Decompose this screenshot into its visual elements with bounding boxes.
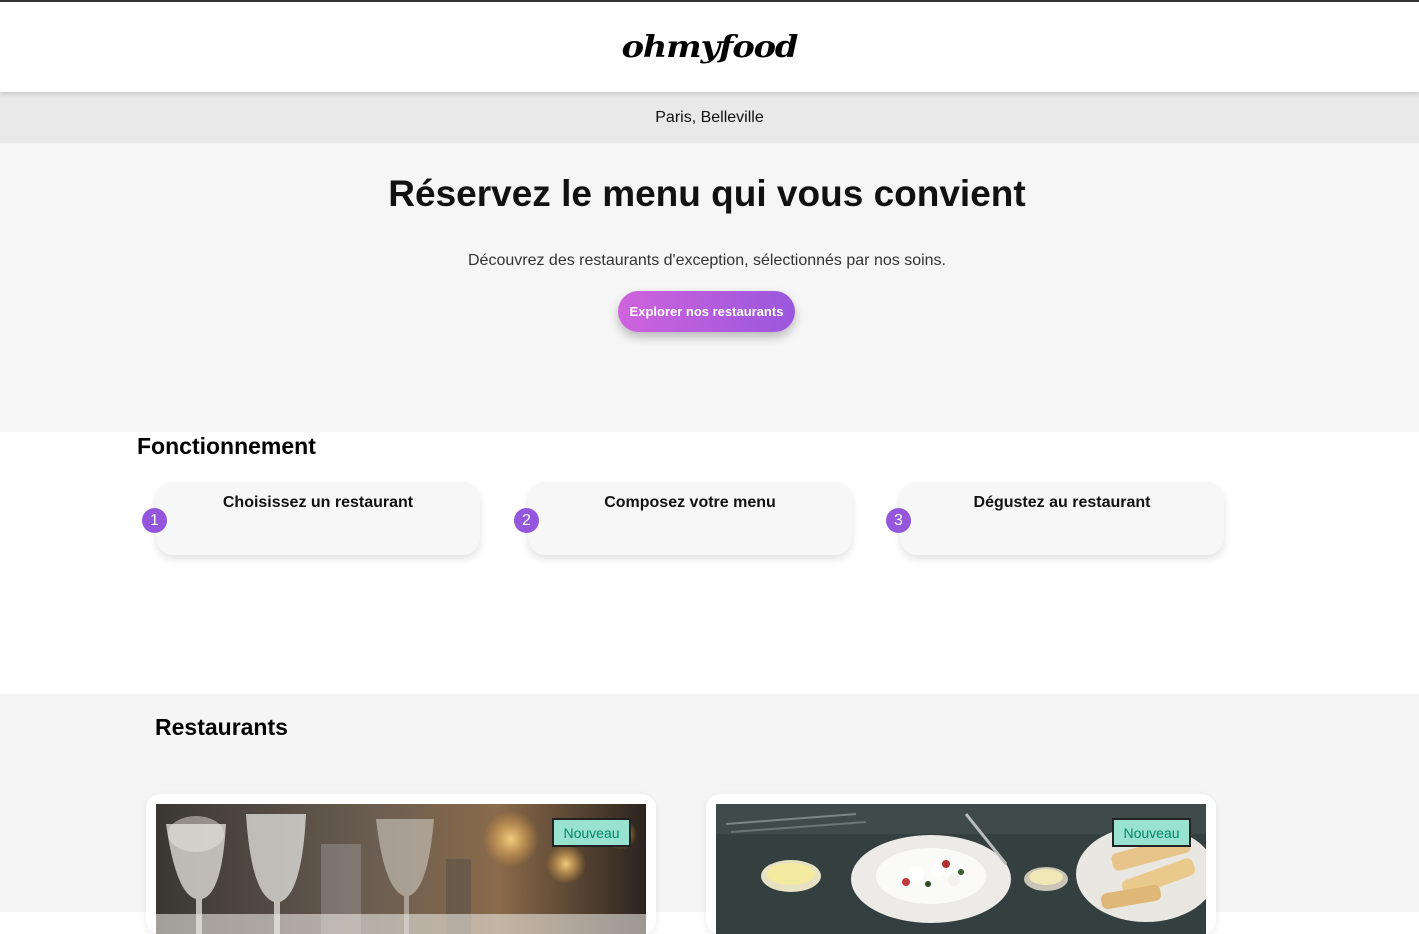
explore-restaurants-button[interactable]: Explorer nos restaurants	[618, 291, 795, 332]
step-card[interactable]: 3 Dégustez au restaurant	[886, 482, 1224, 555]
new-badge: Nouveau	[552, 818, 631, 847]
restaurants-section: Restaurants Nouveau Nouveau	[0, 694, 1419, 934]
step-card[interactable]: 1 Choisissez un restaurant	[142, 482, 480, 555]
restaurant-card[interactable]: Nouveau	[146, 794, 656, 934]
step-card[interactable]: 2 Composez votre menu	[514, 482, 852, 555]
hero-section: Réservez le menu qui vous convient Décou…	[0, 143, 1419, 432]
logo[interactable]: ohmyfood	[622, 30, 799, 65]
hero-title: Réservez le menu qui vous convient	[388, 173, 1026, 214]
step-label: Choisissez un restaurant	[222, 494, 414, 511]
how-title: Fonctionnement	[137, 433, 316, 459]
new-badge: Nouveau	[1112, 818, 1191, 847]
step-label: Dégustez au restaurant	[973, 494, 1151, 511]
restaurants-title: Restaurants	[155, 714, 288, 740]
location-bar: Paris, Belleville	[0, 92, 1419, 143]
location-label: Paris, Belleville	[655, 108, 764, 126]
hero-subtitle: Découvrez des restaurants d'exception, s…	[468, 252, 946, 269]
site-header: ohmyfood	[0, 2, 1419, 92]
step-label: Composez votre menu	[604, 494, 776, 511]
restaurant-card[interactable]: Nouveau	[706, 794, 1216, 934]
how-it-works-section: Fonctionnement 1 Choisissez un restauran…	[0, 432, 1419, 694]
